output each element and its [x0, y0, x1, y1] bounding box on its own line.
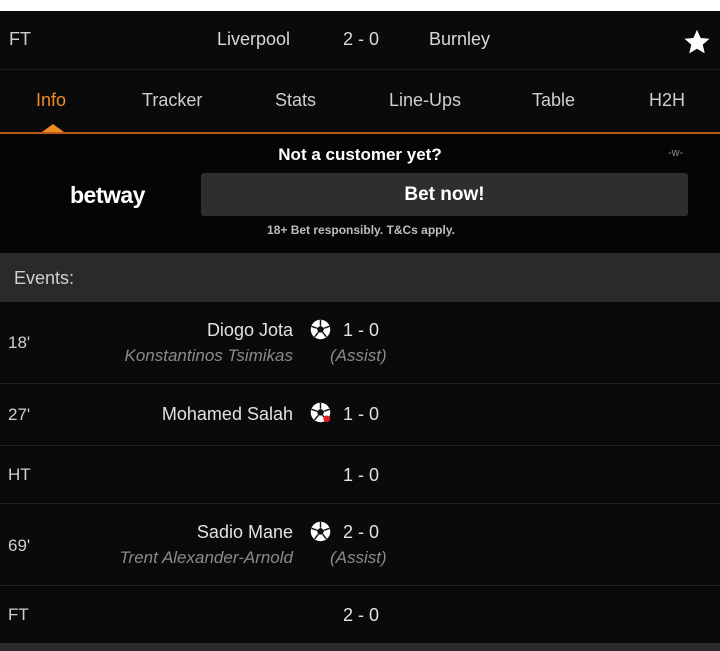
event-score: 2 - 0 [343, 522, 380, 542]
star-icon[interactable] [682, 27, 712, 57]
home-team[interactable]: Liverpool [217, 29, 290, 50]
tab-line-ups[interactable]: Line-Ups [389, 90, 461, 111]
ad-headline: Not a customer yet? [278, 145, 442, 164]
event-minute: 69' [8, 536, 31, 555]
betting-ad-banner: Not a customer yet? -w- betway Bet now! … [0, 134, 720, 252]
event-player[interactable]: Mohamed Salah [162, 404, 293, 425]
ad-tag: -w- [668, 147, 684, 159]
event-score: 2 - 0 [343, 605, 380, 625]
event-score: 1 - 0 [343, 320, 380, 340]
event-row: HT 1 - 0 [0, 446, 720, 503]
event-minute: FT [8, 605, 29, 624]
betway-logo[interactable]: betway [70, 182, 145, 209]
event-row: 18' Diogo Jota Konstantinos Tsimikas 1 -… [0, 302, 720, 383]
tab-bar: Info Tracker Stats Line-Ups Table H2H [0, 70, 720, 133]
tab-table[interactable]: Table [532, 90, 575, 111]
event-player[interactable]: Sadio Mane [197, 522, 293, 543]
assist-label: (Assist) [330, 548, 387, 567]
assist-label: (Assist) [330, 346, 387, 365]
events-header-label: Events: [14, 268, 75, 288]
bottom-section-edge [0, 643, 720, 651]
event-score: 1 - 0 [343, 404, 380, 424]
bet-now-button[interactable]: Bet now! [201, 173, 688, 216]
event-score: 1 - 0 [343, 465, 380, 485]
top-strip [0, 0, 720, 11]
event-row: 27' Mohamed Salah 1 - 0 [0, 384, 720, 445]
event-minute: HT [8, 465, 31, 484]
penalty-goal-icon [310, 402, 331, 423]
event-assist-player[interactable]: Trent Alexander-Arnold [119, 548, 293, 568]
active-tab-indicator [42, 124, 64, 132]
ad-disclaimer: 18+ Bet responsibly. T&Cs apply. [267, 223, 455, 237]
event-row: FT 2 - 0 [0, 586, 720, 643]
events-section-header: Events: [0, 253, 720, 302]
tab-tracker[interactable]: Tracker [142, 90, 202, 111]
match-status: FT [9, 29, 31, 49]
tab-stats[interactable]: Stats [275, 90, 316, 111]
event-row: 69' Sadio Mane Trent Alexander-Arnold 2 … [0, 504, 720, 585]
event-assist-player[interactable]: Konstantinos Tsimikas [124, 346, 293, 366]
match-score-bar: FT Liverpool 2 - 0 Burnley [0, 11, 720, 69]
away-team[interactable]: Burnley [429, 29, 490, 50]
match-score: 2 - 0 [343, 29, 380, 49]
event-player[interactable]: Diogo Jota [207, 320, 293, 341]
tab-h2h[interactable]: H2H [649, 90, 685, 111]
soccer-ball-icon [310, 319, 331, 340]
event-minute: 27' [8, 405, 31, 424]
event-minute: 18' [8, 333, 31, 352]
tab-info[interactable]: Info [36, 90, 66, 111]
soccer-ball-icon [310, 521, 331, 542]
